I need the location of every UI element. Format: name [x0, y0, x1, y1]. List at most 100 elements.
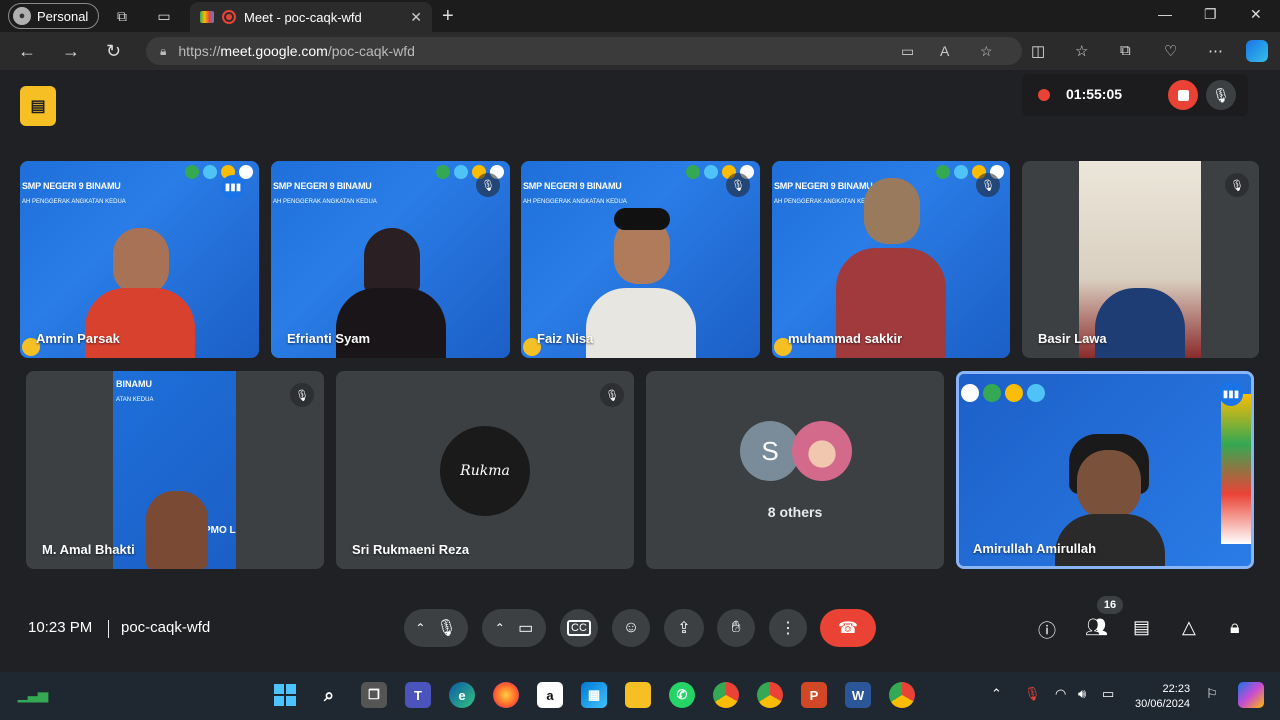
mic-off-icon: 🎙︎ — [976, 173, 1000, 197]
teams-icon[interactable]: T — [405, 682, 431, 708]
meeting-details-icon[interactable]: ⓘ — [1038, 617, 1056, 643]
camera-permission-icon[interactable]: ▭ — [901, 43, 914, 60]
url-text: https://meet.google.com/poc-caqk-wfd — [178, 43, 415, 59]
participant-count-badge: 16 — [1097, 596, 1123, 614]
mic-control-group: ⌃ 🎙︎ — [404, 609, 468, 647]
avatar: Rukma — [440, 426, 530, 516]
emoji-icon: ☺ — [622, 619, 640, 636]
participant-tile[interactable]: 🎙︎ Basir Lawa — [1022, 161, 1259, 358]
others-tile[interactable]: S 8 others — [646, 371, 944, 569]
whatsapp-icon[interactable]: ✆ — [669, 682, 695, 708]
system-clock[interactable]: 22:23 30/06/2024 — [1135, 682, 1190, 712]
recording-dot-icon — [1038, 89, 1050, 101]
more-options-button[interactable]: ⋮ — [769, 609, 807, 647]
participant-name: muhammad sakkir — [788, 331, 903, 346]
participant-tile-presenter[interactable]: ▮▮▮ Amirullah Amirullah — [956, 371, 1254, 569]
edge-icon[interactable]: e — [449, 682, 475, 708]
participant-name: Amrin Parsak — [36, 331, 120, 346]
tab-title: Meet - poc-caqk-wfd — [244, 9, 362, 25]
task-view-icon[interactable]: ❐ — [361, 682, 387, 708]
new-tab-button[interactable]: + — [442, 5, 454, 28]
tray-overflow-icon[interactable]: ⌃ — [991, 686, 1002, 702]
participant-name: Sri Rukmaeni Reza — [352, 542, 470, 557]
recording-panel: 01:55:05 🎙︎ — [1022, 74, 1248, 116]
raise-hand-button[interactable]: ✋︎ — [717, 609, 755, 647]
chrome-profile-icon[interactable] — [757, 682, 783, 708]
speaking-indicator-icon: ▮▮▮ — [1219, 382, 1243, 406]
volume-icon[interactable]: 🔊︎ — [1078, 686, 1086, 702]
word-icon[interactable]: W — [845, 682, 871, 708]
read-aloud-icon[interactable]: A — [940, 43, 949, 59]
workspaces-icon[interactable]: ⧉ — [112, 6, 132, 26]
active-tab[interactable]: Meet - poc-caqk-wfd ✕ — [190, 2, 432, 32]
host-controls-icon[interactable]: 🔒︎ — [1230, 617, 1240, 638]
copilot-icon[interactable] — [1246, 40, 1268, 62]
mic-button[interactable]: 🎙︎ — [436, 618, 456, 638]
start-icon[interactable] — [272, 682, 298, 708]
captions-off-badge-icon[interactable]: ▤ — [20, 86, 56, 126]
search-icon[interactable]: ⌕ — [316, 682, 342, 708]
favorite-star-icon[interactable]: ☆ — [980, 43, 993, 60]
chrome-icon[interactable] — [713, 682, 739, 708]
mic-off-icon: 🎙︎ — [726, 173, 750, 197]
recording-indicator-icon — [222, 10, 236, 24]
back-icon[interactable]: ← — [18, 41, 36, 62]
firefox-icon[interactable] — [493, 682, 519, 708]
tray-mic-icon[interactable]: 🎙︎ — [1024, 686, 1041, 702]
forward-icon[interactable]: → — [62, 41, 80, 62]
close-tab-icon[interactable]: ✕ — [410, 9, 422, 26]
others-label: 8 others — [767, 504, 823, 520]
present-button[interactable]: ⇪ — [664, 609, 704, 647]
reload-icon[interactable]: ↻ — [106, 41, 121, 62]
menu-icon[interactable]: ⋯ — [1208, 42, 1223, 60]
reactions-button[interactable]: ☺ — [612, 609, 650, 647]
divider — [108, 620, 109, 638]
store-icon[interactable]: ▦ — [581, 682, 607, 708]
file-explorer-icon[interactable] — [625, 682, 651, 708]
participant-tile[interactable]: SMP NEGERI 9 BINAMU AH PENGGERAK ANGKATAN… — [772, 161, 1010, 358]
collections-icon[interactable]: ⧉ — [1120, 42, 1131, 59]
split-screen-icon[interactable]: ◫ — [1031, 42, 1045, 60]
notifications-icon[interactable]: ⚐ — [1206, 686, 1218, 702]
participant-tile[interactable]: BINAMU ATAN KEDUA PMO L 🎙︎ M. Amal Bhakt… — [26, 371, 324, 569]
wifi-icon[interactable]: ◠ — [1055, 686, 1066, 702]
system-date: 30/06/2024 — [1135, 698, 1191, 710]
amazon-icon[interactable]: a — [537, 682, 563, 708]
restore-icon[interactable]: ❐ — [1204, 6, 1217, 23]
powerpoint-icon[interactable]: P — [801, 682, 827, 708]
participant-tile[interactable]: Rukma 🎙︎ Sri Rukmaeni Reza — [336, 371, 634, 569]
battery-icon[interactable]: ▭ — [1102, 686, 1114, 702]
video-options-chevron-icon[interactable]: ⌃ — [495, 621, 505, 635]
camera-button[interactable]: ▭ — [518, 618, 533, 638]
avatar: S — [740, 421, 800, 481]
participant-tile[interactable]: SMP NEGERI 9 BINAMU AH PENGGERAK ANGKATAN… — [271, 161, 510, 358]
minimize-icon[interactable]: — — [1158, 6, 1172, 22]
participant-name: Faiz Nisa — [537, 331, 594, 346]
url-bar[interactable]: 🔒︎ https://meet.google.com/poc-caqk-wfd … — [146, 37, 1022, 65]
present-screen-icon: ⇪ — [677, 620, 691, 637]
stop-recording-button[interactable] — [1168, 80, 1198, 110]
tab-actions-icon[interactable]: ▭ — [154, 6, 174, 26]
people-icon[interactable]: 👥︎ — [1085, 617, 1108, 638]
participant-name: Efrianti Syam — [287, 331, 371, 346]
copilot-taskbar-icon[interactable] — [1238, 682, 1264, 708]
favorites-icon[interactable]: ☆ — [1075, 42, 1088, 60]
captions-button[interactable]: CC — [560, 609, 598, 647]
signal-app-icon[interactable]: ▁▃▅ — [18, 682, 48, 708]
chat-icon[interactable]: ▤ — [1133, 617, 1150, 638]
participant-tile[interactable]: SMP NEGERI 9 BINAMU AH PENGGERAK ANGKATAN… — [20, 161, 259, 358]
activities-icon[interactable]: △ — [1182, 617, 1196, 638]
camera-control-group: ⌃ ▭ — [482, 609, 546, 647]
recording-mic-button[interactable]: 🎙︎ — [1206, 80, 1236, 110]
profile-label: Personal — [37, 8, 89, 24]
leave-call-button[interactable]: ☎ — [820, 609, 876, 647]
mic-off-icon: 🎙︎ — [600, 383, 624, 407]
recording-time: 01:55:05 — [1066, 86, 1123, 102]
participant-tile[interactable]: SMP NEGERI 9 BINAMU AH PENGGERAK ANGKATAN… — [521, 161, 760, 358]
browser-essentials-icon[interactable]: ♡ — [1164, 42, 1177, 60]
lock-icon: 🔒︎ — [160, 43, 167, 58]
window-close-icon[interactable]: ✕ — [1250, 6, 1262, 23]
profile-button[interactable]: ● Personal — [8, 3, 100, 29]
chrome-second-icon[interactable] — [889, 682, 915, 708]
audio-options-chevron-icon[interactable]: ⌃ — [415, 621, 425, 635]
